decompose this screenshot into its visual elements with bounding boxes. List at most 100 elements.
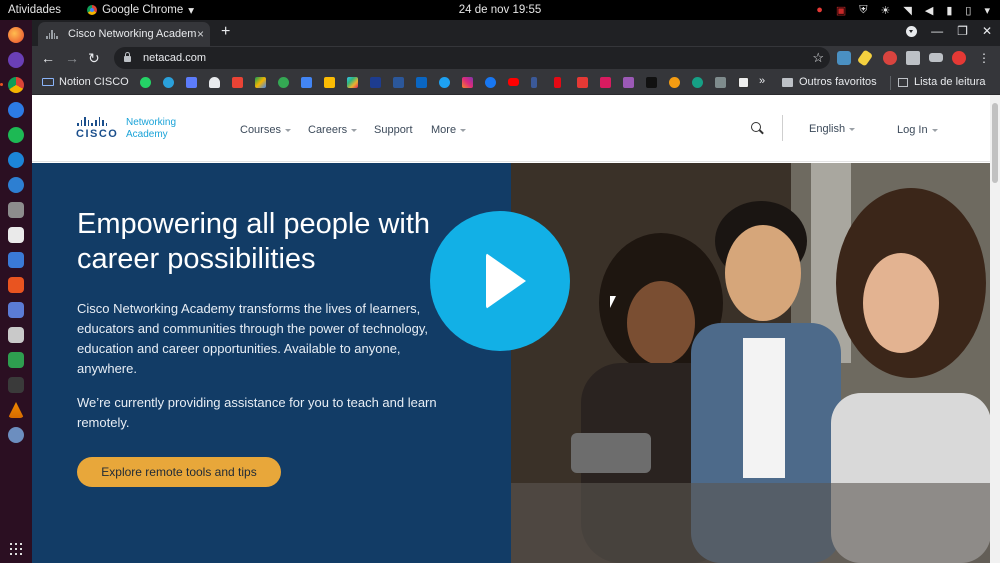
files-icon[interactable]: [8, 202, 24, 218]
scrollbar-thumb[interactable]: [992, 103, 998, 183]
lock-bookmark-icon[interactable]: [209, 77, 220, 88]
teal-app-icon[interactable]: [692, 77, 703, 88]
software-center-icon[interactable]: [8, 277, 24, 293]
globe-icon[interactable]: [8, 427, 24, 443]
writer-icon[interactable]: [8, 252, 24, 268]
gmail-icon[interactable]: [232, 77, 243, 88]
battery-icon[interactable]: ▯: [965, 4, 971, 17]
bookmark-notion-cisco[interactable]: Notion CISCO: [42, 76, 129, 88]
calendar-indicator-icon[interactable]: ▣: [836, 4, 846, 17]
telegram-icon[interactable]: [163, 77, 174, 88]
more-bookmarks-icon[interactable]: »: [759, 75, 765, 87]
twitter-icon[interactable]: [439, 77, 450, 88]
microphone-icon[interactable]: ▮: [946, 4, 952, 17]
f-bookmark-icon[interactable]: [531, 77, 537, 88]
video-play-button[interactable]: [430, 211, 570, 351]
black-app-icon[interactable]: [646, 77, 657, 88]
bitwarden-icon[interactable]: [186, 77, 197, 88]
close-window-icon[interactable]: ✕: [982, 24, 992, 38]
youtube-icon[interactable]: [508, 78, 519, 86]
back-icon[interactable]: ←: [41, 50, 55, 66]
login-label: Log In: [897, 124, 928, 136]
new-tab-button[interactable]: +: [221, 23, 230, 41]
shield-icon[interactable]: ⛨: [859, 4, 867, 17]
minimize-icon[interactable]: —: [931, 24, 943, 38]
linkedin-icon[interactable]: [416, 77, 427, 88]
extension-pencil-icon[interactable]: [856, 49, 874, 67]
e-app-icon[interactable]: [738, 77, 749, 88]
show-applications-icon[interactable]: [10, 543, 22, 555]
system-tray[interactable]: ● ▣ ⛨ ☀ ◥ ◀ ▮ ▯ ▾: [816, 0, 990, 20]
itau-icon[interactable]: [370, 77, 381, 88]
tab-netacad[interactable]: Cisco Networking Academ ×: [38, 22, 210, 46]
firefox-icon[interactable]: [8, 27, 24, 43]
webex-icon[interactable]: [8, 152, 24, 168]
chrome-dock-icon[interactable]: [0, 77, 24, 93]
google-photos-icon[interactable]: [278, 77, 289, 88]
tab-search-icon[interactable]: [906, 25, 918, 37]
orange-app-icon[interactable]: [669, 77, 680, 88]
brightness-icon[interactable]: ☀: [881, 4, 891, 17]
bookmark-star-icon[interactable]: ☆: [812, 50, 824, 66]
pink-app-icon[interactable]: [600, 77, 611, 88]
spotify-icon[interactable]: [8, 127, 24, 143]
reading-list-label: Lista de leitura: [914, 76, 986, 88]
terminal-icon[interactable]: [8, 377, 24, 393]
app-menu[interactable]: Google Chrome ▾: [87, 3, 194, 17]
networking-academy-label[interactable]: Networking Academy: [126, 117, 176, 141]
vlc-icon[interactable]: [8, 402, 24, 418]
chat-icon[interactable]: [8, 102, 24, 118]
screenshot-icon[interactable]: [8, 302, 24, 318]
editor-icon[interactable]: [8, 227, 24, 243]
whatsapp-icon[interactable]: [140, 77, 151, 88]
extension-p-icon[interactable]: [837, 51, 851, 65]
close-tab-icon[interactable]: ×: [197, 27, 204, 41]
forward-icon[interactable]: →: [65, 50, 79, 66]
google-calendar-icon[interactable]: [301, 77, 312, 88]
netflix-icon[interactable]: [554, 77, 561, 88]
google-keep-icon[interactable]: [324, 77, 335, 88]
maximize-icon[interactable]: ❐: [957, 24, 968, 38]
wifi-icon[interactable]: ◥: [903, 4, 911, 17]
nav-courses[interactable]: Courses: [240, 124, 291, 136]
bookmark-folder-label: Outros favoritos: [799, 76, 877, 88]
gray-app-icon[interactable]: [715, 77, 726, 88]
power-menu-icon[interactable]: ▾: [984, 4, 990, 17]
spreadsheet-icon[interactable]: [8, 352, 24, 368]
nav-support[interactable]: Support: [374, 124, 413, 136]
login-menu[interactable]: Log In: [897, 124, 938, 136]
slack-icon[interactable]: [347, 77, 358, 88]
activities-button[interactable]: Atividades: [8, 4, 61, 16]
purple-app-icon[interactable]: [623, 77, 634, 88]
nav-more[interactable]: More: [431, 124, 467, 136]
thunderbird-icon[interactable]: [8, 177, 24, 193]
reading-list-icon: [898, 77, 908, 87]
screen: Atividades Google Chrome ▾ 24 de nov 19:…: [0, 0, 1000, 563]
word-icon[interactable]: [393, 77, 404, 88]
cisco-logo[interactable]: CISCO: [76, 115, 118, 140]
reading-list-button[interactable]: Lista de leitura: [898, 76, 986, 88]
language-selector[interactable]: English: [809, 123, 856, 135]
profile-avatar-icon[interactable]: [952, 51, 966, 65]
reload-icon[interactable]: ↻: [88, 50, 100, 67]
volume-icon[interactable]: ◀: [925, 4, 933, 17]
podcast-icon[interactable]: [8, 52, 24, 68]
calc-icon[interactable]: [8, 327, 24, 343]
bookmark-other-favorites[interactable]: Outros favoritos: [782, 76, 877, 88]
app-menu-label: Google Chrome: [102, 4, 184, 16]
instagram-icon[interactable]: [462, 77, 473, 88]
explore-remote-tools-button[interactable]: Explore remote tools and tips: [77, 457, 281, 487]
extensions-puzzle-icon[interactable]: [906, 51, 920, 65]
facebook-icon[interactable]: [485, 77, 496, 88]
red-app-icon[interactable]: [577, 77, 588, 88]
nav-careers[interactable]: Careers: [308, 124, 358, 136]
google-drive-icon[interactable]: [255, 77, 266, 88]
address-bar[interactable]: netacad.com ☆: [114, 47, 830, 69]
search-icon[interactable]: [751, 122, 761, 132]
record-icon[interactable]: ●: [816, 4, 823, 16]
kebab-menu-icon[interactable]: ⋮: [978, 51, 990, 65]
media-controls-icon[interactable]: [929, 53, 943, 62]
extension-red-icon[interactable]: [883, 51, 897, 65]
lock-icon[interactable]: [124, 52, 131, 62]
page-scrollbar[interactable]: [990, 95, 1000, 563]
